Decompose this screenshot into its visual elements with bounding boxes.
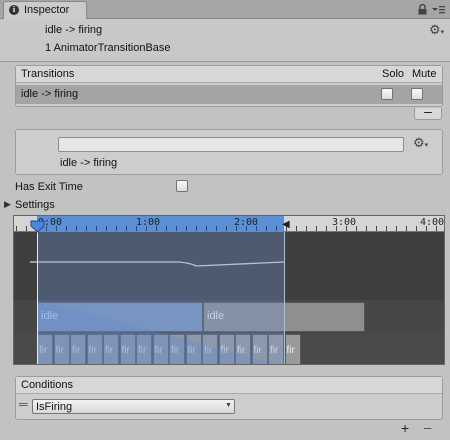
ruler-tick: [176, 226, 177, 231]
has-exit-time-label: Has Exit Time: [15, 181, 83, 193]
ruler-label: 2:00: [234, 217, 259, 228]
detail-gear-icon[interactable]: ⚙▾: [413, 135, 428, 151]
ruler-tick: [76, 226, 77, 231]
transition-end-line: [284, 232, 285, 364]
inspector-tab-label: Inspector: [24, 4, 70, 16]
frame-clip[interactable]: fir: [119, 334, 136, 364]
ruler-label: 4:00: [420, 217, 445, 228]
transition-end-handle-icon[interactable]: ◀: [282, 219, 290, 230]
ruler-tick: [106, 226, 107, 231]
condition-parameter-dropdown[interactable]: IsFiring ▼: [32, 399, 235, 414]
frame-clip[interactable]: fir: [284, 334, 301, 364]
frame-clip[interactable]: fir: [185, 334, 202, 364]
ruler-tick: [396, 226, 397, 231]
ruler-tick: [356, 226, 357, 231]
frame-clip[interactable]: fir: [202, 334, 218, 364]
playhead-marker-icon[interactable]: [30, 220, 46, 234]
conditions-list: Conditions ═ IsFiring ▼: [15, 376, 443, 420]
ruler-tick: [316, 226, 317, 231]
info-icon: i: [9, 5, 19, 15]
transitions-header-label: Transitions: [21, 68, 75, 80]
transition-name-field[interactable]: [58, 137, 404, 152]
frame-clip[interactable]: fir: [218, 334, 235, 364]
inspector-header: idle -> firing 1 AnimatorTransitionBase …: [0, 19, 450, 62]
lock-icon[interactable]: [417, 4, 428, 15]
transition-row[interactable]: idle -> firing: [16, 85, 442, 104]
conditions-header-label: Conditions: [21, 379, 73, 391]
ruler-tick: [296, 226, 297, 231]
destination-clip-label: idle: [207, 310, 225, 322]
ruler-label: 1:00: [136, 217, 161, 228]
transition-row-label: idle -> firing: [21, 88, 79, 100]
frame-track: fir fir fir fir fir fir fir fir fir fir fir fir fir f…: [14, 334, 444, 364]
frame-clip[interactable]: fir: [152, 334, 169, 364]
frame-clip[interactable]: fir: [53, 334, 70, 364]
transition-start-line: [37, 232, 38, 364]
ruler-tick: [266, 226, 267, 231]
ruler-tick: [186, 226, 187, 231]
transitions-list: Transitions Solo Mute idle -> firing: [15, 65, 443, 107]
ruler-tick: [216, 226, 217, 231]
ruler-tick: [166, 226, 167, 231]
remove-transition-button[interactable]: –: [414, 104, 442, 120]
ruler-tick: [376, 226, 377, 231]
drag-handle-icon[interactable]: ═: [19, 397, 28, 411]
dropdown-arrow-icon: ▼: [225, 402, 232, 409]
tab-menu-icon[interactable]: [431, 4, 446, 15]
ruler-tick: [366, 226, 367, 231]
solo-checkbox[interactable]: [381, 88, 393, 100]
transition-timeline[interactable]: 0:00 1:00 2:00 3:00 4:00 idle idle fir fi…: [13, 215, 445, 365]
ruler-tick: [406, 226, 407, 231]
frame-clip[interactable]: fir: [70, 334, 86, 364]
ruler-tick: [96, 226, 97, 231]
ruler-tick: [86, 226, 87, 231]
frame-clip[interactable]: fir: [103, 334, 119, 364]
solo-column-label: Solo: [382, 68, 405, 80]
ruler-tick: [386, 226, 387, 231]
ruler-tick: [116, 226, 117, 231]
ruler-label: 3:00: [332, 217, 357, 228]
ruler-tick: [16, 226, 17, 231]
ruler-tick: [416, 226, 417, 231]
ruler-tick: [196, 226, 197, 231]
frame-clip[interactable]: fir: [268, 334, 284, 364]
transition-type-label: 1 AnimatorTransitionBase: [45, 42, 171, 54]
transition-detail-label: idle -> firing: [60, 157, 118, 169]
transitions-list-header: Transitions Solo Mute: [16, 66, 442, 83]
transition-title: idle -> firing: [45, 24, 103, 36]
condition-row: ═ IsFiring ▼: [16, 396, 442, 418]
frame-clip[interactable]: fir: [37, 334, 53, 364]
ruler-tick: [126, 226, 127, 231]
frame-clip[interactable]: fir: [136, 334, 152, 364]
ruler-tick: [306, 226, 307, 231]
ruler-tick: [226, 226, 227, 231]
settings-foldout-label[interactable]: Settings: [15, 199, 55, 211]
gear-icon[interactable]: ⚙▾: [429, 22, 444, 38]
mute-column-label: Mute: [412, 68, 437, 80]
settings-foldout-arrow-icon[interactable]: ▶: [4, 199, 11, 210]
add-condition-button[interactable]: +: [401, 420, 409, 436]
ruler-tick: [66, 226, 67, 231]
mute-checkbox[interactable]: [411, 88, 423, 100]
remove-condition-button[interactable]: –: [424, 420, 431, 435]
inspector-tab-bar: i Inspector: [0, 0, 450, 19]
source-clip-label: idle: [41, 310, 59, 322]
ruler-tick: [206, 226, 207, 231]
inspector-tab[interactable]: i Inspector: [3, 1, 87, 19]
transition-detail-panel: ⚙▾ idle -> firing: [15, 129, 443, 175]
frame-clip[interactable]: fir: [251, 334, 268, 364]
frame-clip[interactable]: fir: [86, 334, 103, 364]
ruler-tick: [326, 226, 327, 231]
timeline-ruler: 0:00 1:00 2:00 3:00 4:00: [14, 216, 445, 232]
frame-clip[interactable]: fir: [169, 334, 185, 364]
clip-track: idle idle: [14, 300, 444, 334]
source-clip[interactable]: idle: [37, 302, 203, 332]
ruler-tick: [26, 226, 27, 231]
ruler-tick: [276, 226, 277, 231]
conditions-list-header: Conditions: [16, 377, 442, 394]
has-exit-time-checkbox[interactable]: [176, 180, 188, 192]
condition-parameter-value: IsFiring: [36, 401, 73, 413]
frame-clip[interactable]: fir: [235, 334, 251, 364]
transition-curve-area: [14, 232, 444, 300]
